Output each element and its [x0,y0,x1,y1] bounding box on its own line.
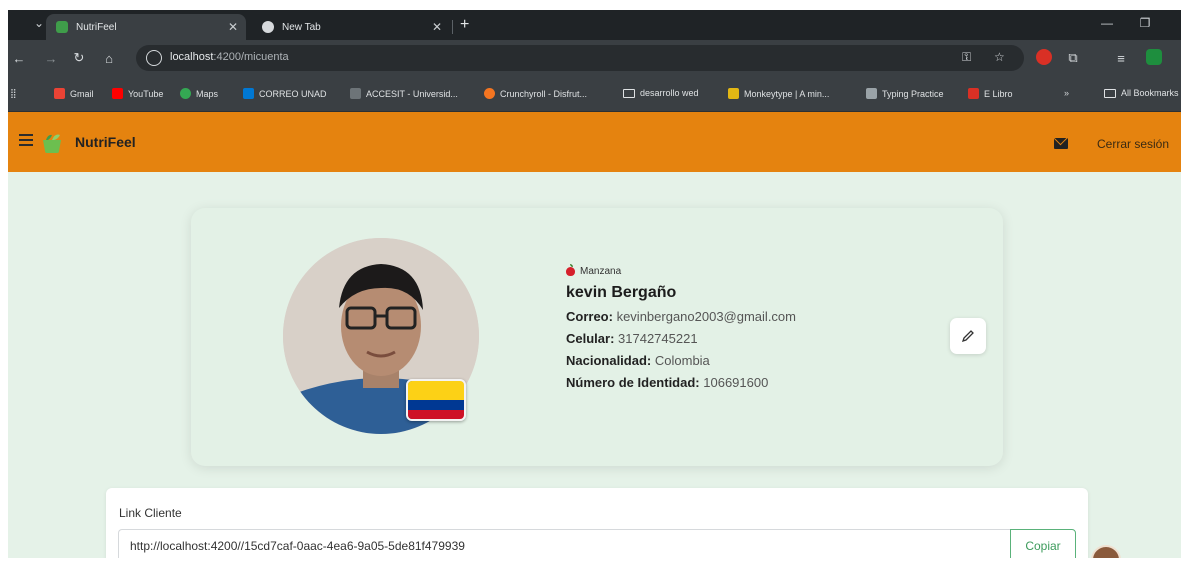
email-label: Correo: [566,309,613,324]
bookmark-star-icon[interactable]: ☆ [994,50,1005,64]
pencil-icon [961,330,974,343]
client-link-group: Copiar [118,529,1076,558]
logout-link[interactable]: Cerrar sesión [1097,137,1169,151]
mail-icon[interactable] [1054,138,1068,149]
profile-card: Manzana kevin Bergaño Correo: kevinberga… [191,208,1003,466]
media-controls-icon[interactable]: ≡ [1112,49,1130,67]
password-key-icon[interactable]: ⚿ [962,50,971,65]
tab-title: New Tab [282,21,321,33]
bookmark-accesit[interactable]: ACCESIT - Universid... [350,88,458,99]
minimize-icon[interactable]: — [1098,14,1116,32]
tab-nutrifeel[interactable]: NutriFeel ✕ [46,14,246,40]
folder-icon [1104,88,1116,98]
client-link-input[interactable] [118,529,1010,558]
outlook-icon [243,88,254,99]
apps-grid-icon[interactable]: ⣿ [10,88,17,99]
bookmark-gmail[interactable]: Gmail [54,88,94,99]
apple-icon [566,264,575,276]
tab-new-tab[interactable]: New Tab ✕ [252,14,450,40]
id-number-label: Número de Identidad: [566,375,700,390]
phone-value: 31742745221 [618,331,698,346]
bookmarks-bar: ⣿ Gmail YouTube Maps CORREO UNAD ACCESIT… [8,76,1181,112]
browser-toolbar: ← → ↻ ⌂ localhost:4200/micuenta ⚿ ☆ ⧉ ≡ [8,40,1181,76]
chrome-favicon-icon [262,21,274,33]
bookmark-elibro[interactable]: E Libro [968,88,1013,99]
site-info-icon[interactable] [146,50,162,66]
email-value: kevinbergano2003@gmail.com [616,309,796,324]
elibro-icon [968,88,979,99]
new-tab-button[interactable]: + [460,17,469,33]
monkeytype-icon [728,88,739,99]
browser-window: ⌄ NutriFeel ✕ New Tab ✕ + — ❐ ← → ↻ ⌂ lo… [8,10,1181,558]
app-header: NutriFeel Cerrar sesión [8,112,1181,172]
home-icon[interactable]: ⌂ [100,49,118,67]
back-icon[interactable]: ← [10,49,28,67]
close-tab-icon[interactable]: ✕ [228,20,238,34]
restore-icon[interactable]: ❐ [1136,14,1154,32]
bookmarks-overflow-icon[interactable]: » [1064,88,1069,98]
client-link-card: Link Cliente Copiar [106,488,1088,558]
email-row: Correo: kevinbergano2003@gmail.com [566,309,796,324]
nutrifeel-favicon-icon [56,21,68,33]
maps-icon [180,88,191,99]
id-number-row: Número de Identidad: 106691600 [566,375,796,390]
bookmark-folder-desarrollo[interactable]: desarrollo wed [623,88,699,98]
profile-icon[interactable] [1146,49,1162,65]
extension-shield-icon[interactable] [1036,49,1052,65]
bookmark-typing-practice[interactable]: Typing Practice [866,88,944,99]
bookmark-youtube[interactable]: YouTube [112,88,163,99]
bookmark-maps[interactable]: Maps [180,88,218,99]
bookmark-all-bookmarks[interactable]: All Bookmarks [1104,88,1179,98]
nationality-label: Nacionalidad: [566,353,652,368]
nationality-row: Nacionalidad: Colombia [566,353,796,368]
menu-icon[interactable] [19,134,33,146]
colombia-flag-icon [406,379,466,421]
tab-divider [452,20,453,34]
typing-icon [866,88,877,99]
profile-info: Manzana kevin Bergaño Correo: kevinberga… [566,264,796,390]
fruit-label: Manzana [580,266,622,277]
gmail-icon [54,88,65,99]
crunchyroll-icon [484,88,495,99]
tab-title: NutriFeel [76,21,117,33]
extensions-puzzle-icon[interactable]: ⧉ [1064,49,1082,67]
accesit-icon [350,88,361,99]
tab-strip: ⌄ NutriFeel ✕ New Tab ✕ + — ❐ [8,10,1181,40]
phone-row: Celular: 31742745221 [566,331,796,346]
bookmark-monkeytype[interactable]: Monkeytype | A min... [728,88,829,99]
id-number-value: 106691600 [703,375,769,390]
close-tab-icon[interactable]: ✕ [432,20,442,34]
copy-button[interactable]: Copiar [1010,529,1076,558]
youtube-icon [112,88,123,99]
address-bar[interactable]: localhost:4200/micuenta ⚿ ☆ [136,45,1024,71]
fruit-badge: Manzana [566,264,796,277]
chat-avatar[interactable] [1091,545,1121,558]
brand-name[interactable]: NutriFeel [75,134,136,150]
reload-icon[interactable]: ↻ [70,49,88,67]
phone-label: Celular: [566,331,615,346]
profile-name: kevin Bergaño [566,284,677,301]
nationality-value: Colombia [654,353,710,368]
folder-icon [623,88,635,98]
edit-profile-button[interactable] [950,318,986,354]
nutrifeel-logo-icon [43,134,61,153]
client-link-label: Link Cliente [119,506,182,520]
forward-icon[interactable]: → [42,49,60,67]
bookmark-correo-unad[interactable]: CORREO UNAD [243,88,327,99]
address-url: localhost:4200/micuenta [170,51,289,63]
bookmark-crunchyroll[interactable]: Crunchyroll - Disfrut... [484,88,587,99]
